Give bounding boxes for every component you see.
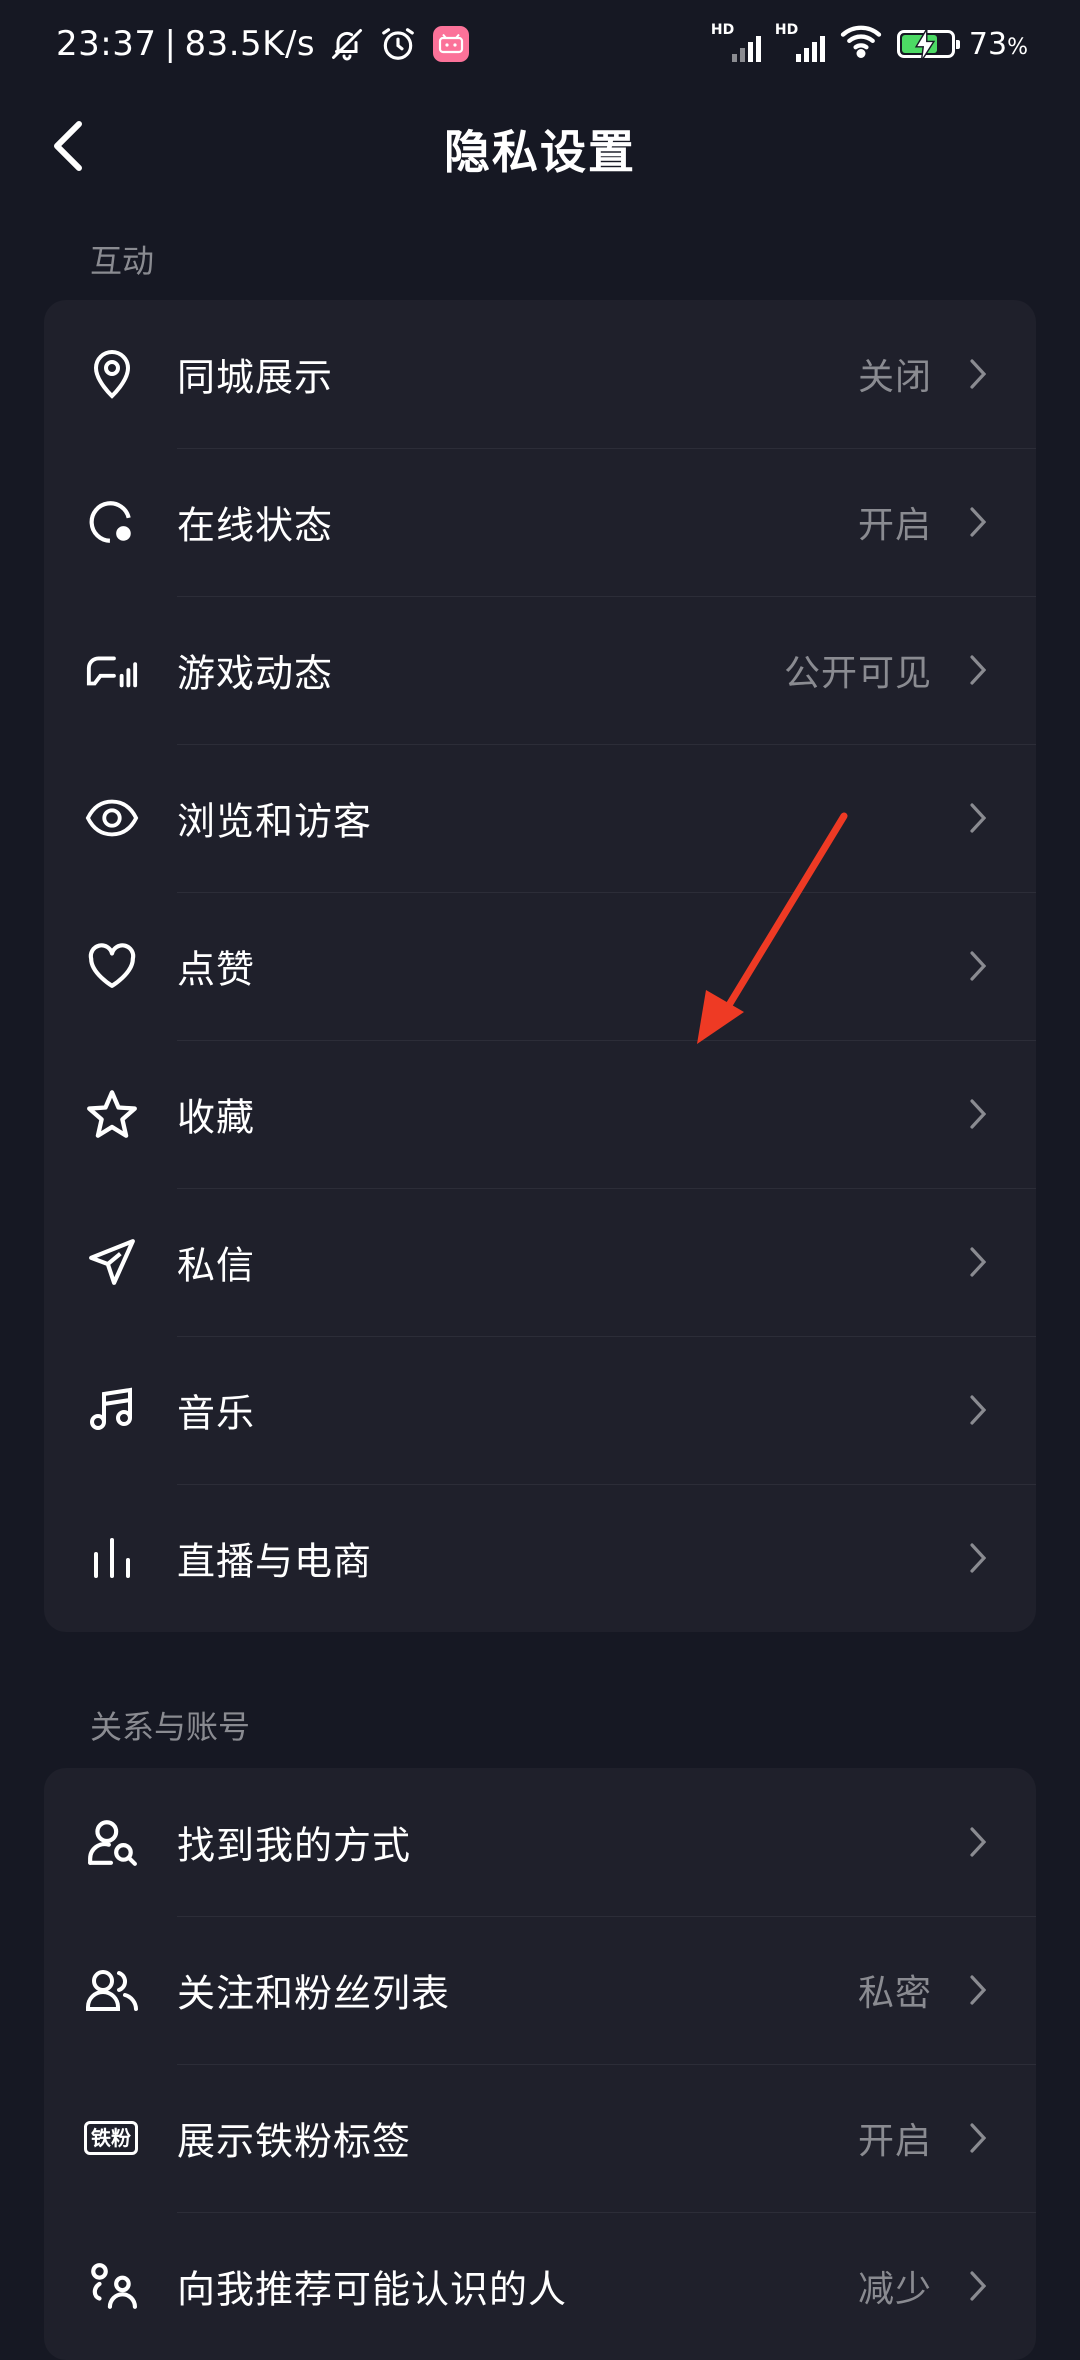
chevron-right-icon — [966, 2120, 990, 2156]
setting-row-online-status[interactable]: 在线状态 开启 — [44, 448, 1036, 596]
setting-row-favorites[interactable]: 收藏 — [44, 1040, 1036, 1188]
setting-value: 开启 — [857, 505, 932, 546]
game-controller-icon — [84, 642, 140, 698]
setting-row-recommend-people[interactable]: 向我推荐可能认识的人 减少 — [44, 2212, 1036, 2360]
chevron-right-icon — [966, 1824, 990, 1860]
chevron-right-icon — [966, 948, 990, 984]
alarm-icon — [379, 25, 417, 63]
status-bar-right: HD HD 73% — [711, 18, 1028, 70]
hd-label-2: HD — [774, 22, 799, 38]
recommend-people-icon — [84, 2258, 140, 2314]
setting-label: 私信 — [177, 1243, 256, 1288]
setting-row-music[interactable]: 音乐 — [44, 1336, 1036, 1484]
setting-label: 展示铁粉标签 — [177, 2119, 412, 2164]
chevron-right-icon — [966, 504, 990, 540]
section-label-interaction: 互动 — [90, 242, 155, 280]
bilibili-icon — [433, 26, 470, 62]
setting-row-follow-fans-list[interactable]: 关注和粉丝列表 私密 — [44, 1916, 1036, 2064]
users-icon — [84, 1962, 140, 2018]
setting-label: 游戏动态 — [177, 651, 334, 696]
setting-label: 浏览和访客 — [177, 799, 373, 844]
setting-label: 向我推荐可能认识的人 — [177, 2267, 568, 2312]
setting-value: 关闭 — [857, 357, 932, 398]
title-bar: 隐私设置 — [0, 86, 1080, 210]
signal-icon-2: HD — [774, 22, 825, 64]
chevron-right-icon — [966, 800, 990, 836]
chevron-right-icon — [966, 1972, 990, 2008]
online-status-icon — [84, 494, 140, 550]
battery-percent: 73% — [968, 26, 1028, 62]
status-separator: | — [164, 24, 177, 64]
signal-icon: HD — [710, 22, 761, 64]
chevron-right-icon — [966, 1096, 990, 1132]
status-net-speed: 83.5K/s — [184, 24, 316, 64]
setting-label: 收藏 — [177, 1095, 256, 1140]
iron-fan-badge-icon: 铁粉 — [80, 2110, 142, 2166]
setting-row-iron-fan-tag[interactable]: 铁粉 展示铁粉标签 开启 — [44, 2064, 1036, 2212]
status-bar-left: 23:37 | 83.5K/s — [56, 18, 470, 70]
setting-row-live-ecommerce[interactable]: 直播与电商 — [44, 1484, 1036, 1632]
setting-label: 音乐 — [177, 1391, 256, 1436]
wifi-icon — [839, 22, 883, 66]
setting-label: 关注和粉丝列表 — [177, 1971, 451, 2016]
battery-charging-icon — [896, 29, 960, 61]
eye-icon — [84, 790, 140, 846]
interaction-settings-card: 同城展示 关闭 在线状态 开启 游戏动态 公开可见 浏览和访客 点赞 收藏 私信… — [44, 300, 1036, 1632]
relationship-settings-card: 找到我的方式 关注和粉丝列表 私密 铁粉 展示铁粉标签 开启 向我推荐可能认识的… — [44, 1768, 1036, 2360]
setting-row-browse-visitors[interactable]: 浏览和访客 — [44, 744, 1036, 892]
setting-value: 减少 — [857, 2269, 932, 2310]
setting-label: 直播与电商 — [177, 1539, 373, 1584]
setting-row-likes[interactable]: 点赞 — [44, 892, 1036, 1040]
setting-row-game-activity[interactable]: 游戏动态 公开可见 — [44, 596, 1036, 744]
setting-row-direct-messages[interactable]: 私信 — [44, 1188, 1036, 1336]
paper-plane-icon — [84, 1234, 140, 1290]
status-time: 23:37 — [56, 24, 157, 64]
setting-label: 同城展示 — [177, 355, 334, 400]
setting-value: 开启 — [857, 2121, 932, 2162]
star-icon — [84, 1086, 140, 1142]
location-pin-icon — [84, 346, 140, 402]
chevron-right-icon — [966, 356, 990, 392]
user-search-icon — [84, 1814, 140, 1870]
setting-value: 私密 — [857, 1973, 932, 2014]
iron-fan-badge-text: 铁粉 — [84, 2121, 138, 2155]
setting-row-nearby-display[interactable]: 同城展示 关闭 — [44, 300, 1036, 448]
setting-label: 在线状态 — [177, 503, 334, 548]
hd-label: HD — [710, 22, 735, 38]
live-bars-icon — [84, 1530, 140, 1586]
page-title: 隐私设置 — [444, 125, 636, 179]
chevron-right-icon — [966, 2268, 990, 2304]
heart-icon — [84, 938, 140, 994]
section-label-relationships: 关系与账号 — [90, 1708, 251, 1746]
chevron-right-icon — [966, 1392, 990, 1428]
chevron-right-icon — [966, 652, 990, 688]
setting-row-find-me[interactable]: 找到我的方式 — [44, 1768, 1036, 1916]
setting-label: 点赞 — [177, 947, 256, 992]
chevron-right-icon — [966, 1540, 990, 1576]
chevron-right-icon — [966, 1244, 990, 1280]
setting-label: 找到我的方式 — [177, 1823, 412, 1868]
music-note-icon — [84, 1382, 140, 1438]
setting-value: 公开可见 — [783, 653, 932, 694]
status-bar: 23:37 | 83.5K/s HD HD 73% — [0, 0, 1080, 86]
bell-off-icon — [329, 26, 365, 62]
